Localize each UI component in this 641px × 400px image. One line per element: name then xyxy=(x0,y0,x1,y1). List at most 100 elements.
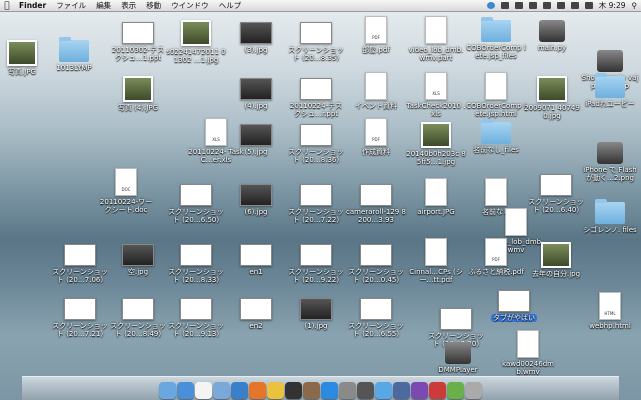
menu-go[interactable]: 移動 xyxy=(141,0,166,11)
desktop-icon[interactable]: (6).jpg xyxy=(226,178,286,216)
desktop-icon[interactable]: スクリーンショット (20…8.33) xyxy=(166,238,226,284)
desktop-icon[interactable]: スクリーンショット (20…6.55) xyxy=(346,292,406,338)
desktop-icon[interactable]: シゴレンノ. files xyxy=(580,198,640,234)
file-icon: PDF xyxy=(365,118,387,146)
desktop-icon[interactable]: スクリーンショット (20…8.49) xyxy=(108,292,168,338)
desktop-icon[interactable]: iPhone で Flash が動く…2.png xyxy=(580,138,640,182)
desktop-icon-label: airport.JPG xyxy=(417,208,455,216)
desktop-icon[interactable]: スクリーンショット (20…0.45) xyxy=(346,238,406,284)
clock[interactable]: 木 9:29 xyxy=(599,0,626,11)
menu-window[interactable]: ウインドウ xyxy=(166,0,214,11)
desktop-icon[interactable]: PDF ふるさと納税.pdf xyxy=(466,238,526,276)
desktop-icon[interactable]: 1013LYMP xyxy=(44,36,104,72)
desktop-icon[interactable]: 名前なし_files xyxy=(466,118,526,154)
bluetooth-icon[interactable] xyxy=(528,2,537,9)
desktop-icon[interactable]: 写真 (4).JPG xyxy=(108,72,168,112)
battery-icon[interactable] xyxy=(570,2,579,9)
folder-icon xyxy=(481,119,511,144)
desktop-icon[interactable]: en2 xyxy=(226,292,286,330)
desktop-icon[interactable]: kawd00246dm b.wmv xyxy=(498,330,558,376)
preview-icon[interactable] xyxy=(429,382,446,399)
twitter-icon[interactable] xyxy=(375,382,392,399)
calendar-icon[interactable] xyxy=(195,382,212,399)
desktop-icon[interactable]: スクリーンショット (20…6.50) xyxy=(166,178,226,224)
desktop-icon[interactable]: スクリーンショット (20…7.06) xyxy=(50,238,110,284)
dashboard-icon[interactable] xyxy=(393,382,410,399)
desktop-icon[interactable]: スクリーンショット (20…8.36) xyxy=(286,118,346,164)
desktop-icon[interactable]: airport.JPG xyxy=(406,178,466,216)
wifi-icon[interactable] xyxy=(542,2,551,9)
menu-view[interactable]: 表示 xyxy=(116,0,141,11)
desktop-icon[interactable]: (5).jpg xyxy=(226,118,286,156)
desktop-icon[interactable]: (1).jpg xyxy=(286,292,346,330)
desktop-icon-label: スクリーンショット (20…6.55) xyxy=(348,322,404,338)
finder-icon[interactable] xyxy=(159,382,176,399)
desktop-icon[interactable]: (4).jpg xyxy=(226,72,286,110)
sync-status-icon[interactable] xyxy=(514,2,523,9)
menu-file[interactable]: ファイル xyxy=(51,0,91,11)
desktop-icon[interactable]: COBOrderComp lete.jsp.html xyxy=(466,72,526,118)
desktop-icon[interactable]: 20110224-テス クシュ…r.ppt xyxy=(286,72,346,118)
desktop-icon-label: cameraroll-129 8200…3.93 xyxy=(346,208,406,224)
terminal-icon[interactable] xyxy=(285,382,302,399)
volume-icon[interactable] xyxy=(556,2,565,9)
itunes-store-icon[interactable] xyxy=(411,382,428,399)
photo-icon xyxy=(181,20,211,46)
safari-icon[interactable] xyxy=(177,382,194,399)
desktop-icon[interactable]: 2009071 40749 0.jpg xyxy=(522,72,582,120)
desktop-icon[interactable]: (3).jpg xyxy=(226,16,286,54)
trash-icon[interactable] xyxy=(465,382,482,399)
twitter-status-icon[interactable] xyxy=(486,2,495,9)
dropbox-status-icon[interactable] xyxy=(500,2,509,9)
desktop-icon[interactable]: DMMPlayer xyxy=(428,338,488,374)
desktop-icon[interactable]: video_lob_dmb. wmv.part xyxy=(406,16,466,62)
desktop-icon[interactable]: スクリーンショット (20…9.13) xyxy=(166,292,226,338)
menu-edit[interactable]: 編集 xyxy=(91,0,116,11)
desktop-icon[interactable]: XLS TaskCheck2010 .xls xyxy=(406,72,466,118)
itunes-icon[interactable] xyxy=(231,382,248,399)
desktop-icon-label: (4).jpg xyxy=(244,102,268,110)
photo-icon[interactable] xyxy=(303,382,320,399)
desktop-icon-label: TaskCheck2010 .xls xyxy=(406,102,466,118)
desktop-icon-label: (1).jpg xyxy=(304,322,328,330)
desktop-icon[interactable]: s02241472011 01302 …1.jpg xyxy=(166,16,226,64)
camera-icon[interactable] xyxy=(357,382,374,399)
chrome-icon[interactable] xyxy=(267,382,284,399)
evernote-icon[interactable] xyxy=(447,382,464,399)
menu-help[interactable]: ヘルプ xyxy=(214,0,247,11)
desktop-icon[interactable]: タブがやばい xyxy=(484,284,544,322)
desktop-icon[interactable]: スクリーンショット (20…9.22) xyxy=(286,238,346,284)
desktop-icon[interactable]: スクリーンショット (20…7.22) xyxy=(286,178,346,224)
desktop-icon[interactable]: main.py xyxy=(522,16,582,52)
desktop-icon[interactable]: cameraroll-129 8200…3.93 xyxy=(346,178,406,224)
desktop-icon[interactable]: HTML webhp.html xyxy=(580,292,640,330)
desktop-icon[interactable]: 20110302-テス クシュ…1.ppt xyxy=(108,16,168,62)
input-method-icon[interactable] xyxy=(584,2,593,9)
desktop-icon[interactable]: PDF 部屋.pdf xyxy=(346,16,406,54)
desktop-icon[interactable]: PDF 作成資料 xyxy=(346,118,406,156)
desktop-icon[interactable]: 20140b0h203c 85ff5…1.jpg xyxy=(406,118,466,166)
spotlight-icon[interactable]: ⚲ xyxy=(632,1,638,10)
menu-finder[interactable]: Finder xyxy=(14,1,51,10)
desktop-icon[interactable]: iPadれユーピー xyxy=(580,72,640,108)
desktop-icon[interactable]: COBOrderComp lete.jsp_files xyxy=(466,16,526,60)
desktop-icon[interactable]: イベント資料 xyxy=(346,72,406,110)
firefox-icon[interactable] xyxy=(249,382,266,399)
mail-icon[interactable] xyxy=(213,382,230,399)
desktop-icon-label: スクリーンショット (20…8.36) xyxy=(288,148,344,164)
desktop-icon[interactable]: DOC 20110224-ワー クシート.doc xyxy=(96,168,156,214)
desktop-icon[interactable]: en1 xyxy=(226,238,286,276)
sysprefs-icon[interactable] xyxy=(339,382,356,399)
apple-menu-icon[interactable]:  xyxy=(0,1,14,11)
desktop-icon-label: (3).jpg xyxy=(244,46,268,54)
desktop-icon[interactable]: 去年の自分.jpg xyxy=(526,238,586,278)
desktop-icon-label: ふるさと納税.pdf xyxy=(468,268,524,276)
file-icon: PDF xyxy=(485,238,507,266)
desktop-icon[interactable]: スクリーンショット (20…7.21) xyxy=(50,292,110,338)
desktop-icon-label: イベント資料 xyxy=(355,102,397,110)
desktop-icon-label: s02241472011 01302 …1.jpg xyxy=(166,48,226,64)
appstore-icon[interactable] xyxy=(321,382,338,399)
desktop-icon[interactable]: 空.jpg xyxy=(108,238,168,276)
desktop-icon[interactable]: スクリーンショット (20…8.35) xyxy=(286,16,346,62)
desktop-icon[interactable]: Cinnal…CPs (シー…tt.pdf xyxy=(406,238,466,284)
